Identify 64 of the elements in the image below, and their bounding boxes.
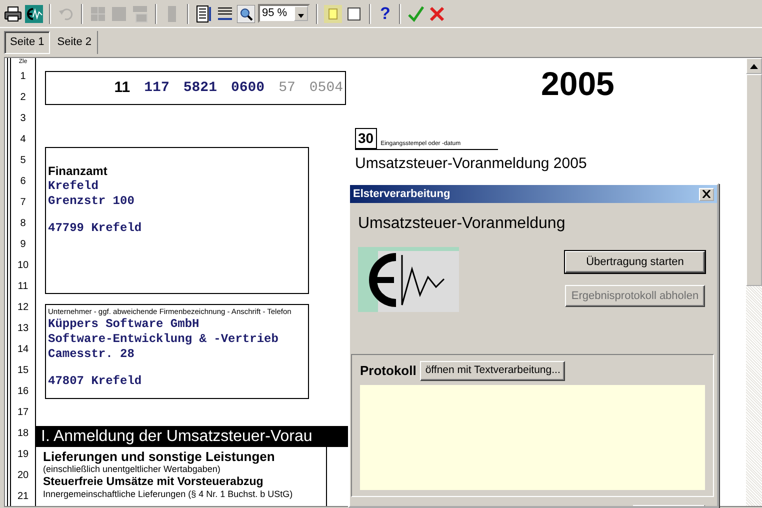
zoom-icon[interactable] [237, 4, 255, 22]
form-title: Umsatzsteuer-Voranmeldung 2005 [355, 154, 587, 174]
line-number: 21 [16, 490, 30, 504]
dialog-button[interactable]: Übertragung starten [565, 251, 705, 273]
line-number: 8 [19, 217, 27, 231]
address-line: Camesstr. 28 [48, 347, 136, 362]
address-line: 47807 Krefeld [48, 374, 143, 389]
line-number: 10 [16, 259, 30, 273]
close-button[interactable] [699, 188, 714, 200]
logo-icon[interactable] [25, 4, 43, 22]
line-number: 18 [16, 427, 30, 441]
tax-number-part: 117 [144, 78, 170, 98]
address-line: Küppers Software GmbH [48, 317, 200, 332]
field-number: 30 [355, 128, 377, 149]
line-number: 12 [16, 301, 30, 315]
note-text: (einschließlich unentgeltlicher Wertabgaben) [43, 464, 222, 475]
address-line: Software-Entwicklung & -Vertrieb [48, 332, 280, 347]
line-number: 3 [19, 112, 27, 126]
dialog-title: Elsterverarbeitung [353, 186, 450, 202]
note-text: Innergemeinschaftliche Lieferungen (§ 4 Nr. 1 Buchst. b UStG) [43, 489, 294, 500]
tax-number-part: 0600 [230, 78, 265, 98]
logo-icon [358, 247, 459, 312]
address-line: 47799 Krefeld [48, 221, 143, 236]
line-number: 9 [19, 238, 27, 252]
tax-number-part: 0504 [309, 78, 343, 98]
line-number: 7 [19, 196, 27, 210]
page-tab[interactable]: Seite 2 [52, 31, 98, 54]
line-number: 17 [16, 406, 30, 420]
frame-icon[interactable] [345, 4, 363, 22]
dialog-heading: Umsatzsteuer-Voranmeldung [357, 214, 566, 234]
text-lines-icon[interactable] [195, 4, 213, 22]
line-number: 6 [19, 175, 27, 189]
line-number: 2 [19, 91, 27, 105]
line-number: 14 [16, 343, 30, 357]
tax-number-part: 57 [278, 78, 296, 98]
close-icon [702, 190, 711, 198]
help-button[interactable]: ? [377, 4, 394, 22]
check-icon[interactable] [407, 4, 426, 22]
line-number: 5 [19, 154, 27, 168]
text-lines-icon[interactable] [216, 4, 234, 22]
line-number: 16 [16, 385, 30, 399]
tax-number-part: 5821 [183, 78, 217, 98]
open-button[interactable]: öffnen mit Textverarbeitung... [420, 361, 566, 381]
line-number: 19 [16, 448, 30, 462]
scroll-up-icon[interactable] [750, 64, 758, 68]
line-number: 13 [16, 322, 30, 336]
item-heading: Lieferungen und sonstige Leistungen [43, 449, 276, 464]
line-number: 4 [19, 133, 27, 147]
protocol-label: Protokoll [360, 362, 416, 380]
scrollbar[interactable] [746, 58, 762, 506]
address-line: Krefeld [48, 179, 100, 194]
item-heading: Steuerfreie Umsätze mit Vorsteuerabzug [43, 475, 264, 489]
line-number: 20 [16, 469, 30, 483]
line-number: 1 [19, 70, 27, 84]
printer-icon[interactable] [4, 4, 22, 22]
tax-office-heading: Finanzamt [48, 163, 108, 179]
line-number: 15 [16, 364, 30, 378]
address-line: Grenzstr 100 [48, 194, 136, 209]
close-icon[interactable] [428, 4, 446, 22]
zoom-select[interactable]: 95 % [258, 4, 310, 23]
year-heading: 2005 [541, 66, 614, 102]
line-number: 11 [16, 280, 30, 294]
page-tab[interactable]: Seite 1 [4, 31, 50, 54]
tax-number-part: 11 [114, 78, 130, 98]
